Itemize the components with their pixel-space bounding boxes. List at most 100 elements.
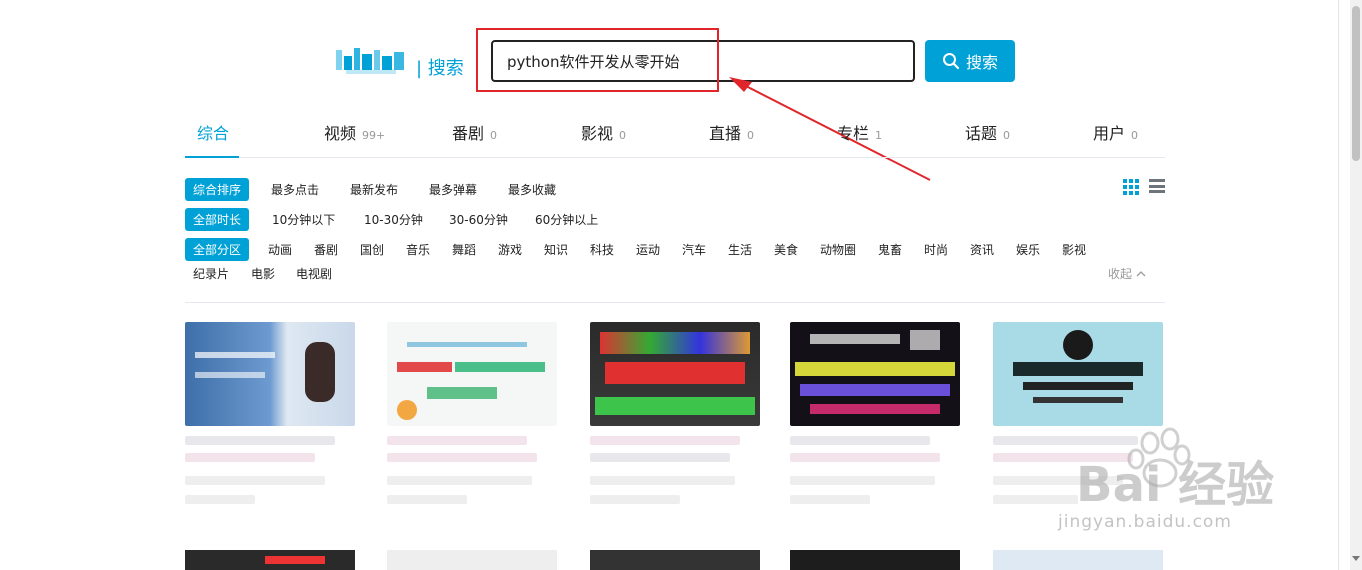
video-thumbnail[interactable] — [993, 322, 1163, 426]
video-title[interactable] — [387, 453, 537, 462]
sort-option[interactable]: 最新发布 — [350, 181, 398, 198]
video-thumbnail[interactable] — [590, 322, 760, 426]
video-title[interactable] — [790, 436, 930, 445]
zone-option[interactable]: 生活 — [728, 241, 752, 258]
search-page: | 搜索 搜索 综合 视频 99+ 番剧 0 影视 0 直播 0 专栏 1 — [0, 0, 1362, 570]
view-toggle — [1123, 179, 1165, 195]
sort-option[interactable]: 最多收藏 — [508, 181, 556, 198]
chevron-up-icon — [1136, 271, 1146, 277]
video-title[interactable] — [185, 436, 335, 445]
zone-option[interactable]: 舞蹈 — [452, 241, 476, 258]
tab-count: 0 — [747, 129, 755, 142]
filter-divider — [185, 302, 1165, 303]
scrollbar-thumb[interactable] — [1352, 6, 1360, 161]
zone-option[interactable]: 知识 — [544, 241, 568, 258]
search-button[interactable]: 搜索 — [925, 40, 1015, 82]
bilibili-logo[interactable] — [334, 44, 408, 78]
video-meta — [387, 476, 532, 485]
tab-video[interactable]: 视频 99+ — [324, 120, 385, 144]
video-thumbnail[interactable] — [185, 550, 355, 570]
list-view-icon[interactable] — [1149, 179, 1165, 193]
tab-bangumi[interactable]: 番剧 0 — [452, 120, 497, 144]
video-title[interactable] — [387, 436, 527, 445]
video-card[interactable] — [387, 322, 557, 504]
video-thumbnail[interactable] — [993, 550, 1163, 570]
page-scrollbar[interactable] — [1350, 0, 1362, 570]
zone-option[interactable]: 电视剧 — [296, 265, 332, 282]
video-thumbnail[interactable] — [387, 322, 557, 426]
zone-option[interactable]: 娱乐 — [1016, 241, 1040, 258]
sort-option[interactable]: 最多点击 — [271, 181, 319, 198]
zone-active-pill[interactable]: 全部分区 — [185, 238, 250, 261]
sort-active-pill[interactable]: 综合排序 — [185, 178, 250, 201]
search-button-label: 搜索 — [965, 53, 998, 72]
video-thumbnail[interactable] — [790, 550, 960, 570]
video-uploader[interactable] — [790, 495, 870, 504]
tab-live[interactable]: 直播 0 — [709, 120, 754, 144]
tab-count: 0 — [619, 129, 627, 142]
tab-label: 视频 — [324, 124, 357, 143]
zone-option[interactable]: 音乐 — [406, 241, 430, 258]
sort-option[interactable]: 最多弹幕 — [429, 181, 477, 198]
duration-filter-row: 全部时长 10分钟以下 10-30分钟 30-60分钟 60分钟以上 — [185, 208, 1165, 231]
duration-option[interactable]: 10分钟以下 — [272, 211, 335, 228]
tab-count: 0 — [1003, 129, 1011, 142]
zone-option[interactable]: 资讯 — [970, 241, 994, 258]
video-title[interactable] — [790, 453, 940, 462]
result-type-tabs: 综合 视频 99+ 番剧 0 影视 0 直播 0 专栏 1 话题 0 用户 0 — [185, 110, 1165, 158]
zone-filter-row: 全部分区 动画 番剧 国创 音乐 舞蹈 游戏 知识 科技 运动 汽车 生活 美食… — [185, 238, 1165, 261]
zone-option[interactable]: 番剧 — [314, 241, 338, 258]
zone-option[interactable]: 影视 — [1062, 241, 1086, 258]
zone-option[interactable]: 游戏 — [498, 241, 522, 258]
zone-option[interactable]: 科技 — [590, 241, 614, 258]
video-thumbnail[interactable] — [790, 322, 960, 426]
video-card[interactable] — [185, 322, 355, 504]
video-thumbnail[interactable] — [387, 550, 557, 570]
zone-option[interactable]: 美食 — [774, 241, 798, 258]
video-title[interactable] — [590, 453, 730, 462]
video-title[interactable] — [590, 436, 740, 445]
video-thumbnail[interactable] — [590, 550, 760, 570]
zone-filter-row-2: 纪录片 电影 电视剧 — [185, 262, 485, 282]
video-uploader[interactable] — [185, 495, 255, 504]
tab-user[interactable]: 用户 0 — [1093, 120, 1138, 144]
zone-option[interactable]: 纪录片 — [193, 265, 229, 282]
zone-option[interactable]: 运动 — [636, 241, 660, 258]
zone-option[interactable]: 汽车 — [682, 241, 706, 258]
tab-count: 0 — [1131, 129, 1139, 142]
video-uploader[interactable] — [590, 495, 680, 504]
zone-option[interactable]: 电影 — [251, 265, 275, 282]
tab-movie[interactable]: 影视 0 — [581, 120, 626, 144]
sort-filter-row: 综合排序 最多点击 最新发布 最多弹幕 最多收藏 — [185, 178, 1165, 201]
search-input[interactable] — [491, 40, 915, 82]
duration-option[interactable]: 60分钟以上 — [535, 211, 598, 228]
duration-option[interactable]: 10-30分钟 — [364, 211, 423, 228]
video-title[interactable] — [993, 436, 1138, 445]
tab-count: 99+ — [362, 129, 386, 142]
zone-option[interactable]: 动物圈 — [820, 241, 856, 258]
page-edge-line — [1338, 0, 1339, 570]
zone-option[interactable]: 国创 — [360, 241, 384, 258]
zone-option[interactable]: 鬼畜 — [878, 241, 902, 258]
tab-active-indicator — [185, 156, 239, 158]
collapse-filters-button[interactable]: 收起 — [1108, 265, 1146, 282]
video-card[interactable] — [590, 322, 760, 504]
tab-label: 专栏 — [837, 124, 870, 143]
video-uploader[interactable] — [387, 495, 467, 504]
tab-label: 直播 — [709, 124, 742, 143]
video-title[interactable] — [185, 453, 315, 462]
video-uploader[interactable] — [993, 495, 1078, 504]
tab-article[interactable]: 专栏 1 — [837, 120, 882, 144]
tab-all[interactable]: 综合 — [197, 120, 229, 144]
video-meta — [185, 476, 325, 485]
duration-option[interactable]: 30-60分钟 — [449, 211, 508, 228]
tab-topic[interactable]: 话题 0 — [965, 120, 1010, 144]
zone-option[interactable]: 动画 — [268, 241, 292, 258]
grid-view-icon[interactable] — [1123, 179, 1139, 195]
video-card[interactable] — [790, 322, 960, 504]
video-thumbnail[interactable] — [185, 322, 355, 426]
zone-option[interactable]: 时尚 — [924, 241, 948, 258]
duration-active-pill[interactable]: 全部时长 — [185, 208, 250, 231]
scroll-down-arrow-icon[interactable] — [1352, 556, 1360, 561]
tab-count: 0 — [490, 129, 498, 142]
